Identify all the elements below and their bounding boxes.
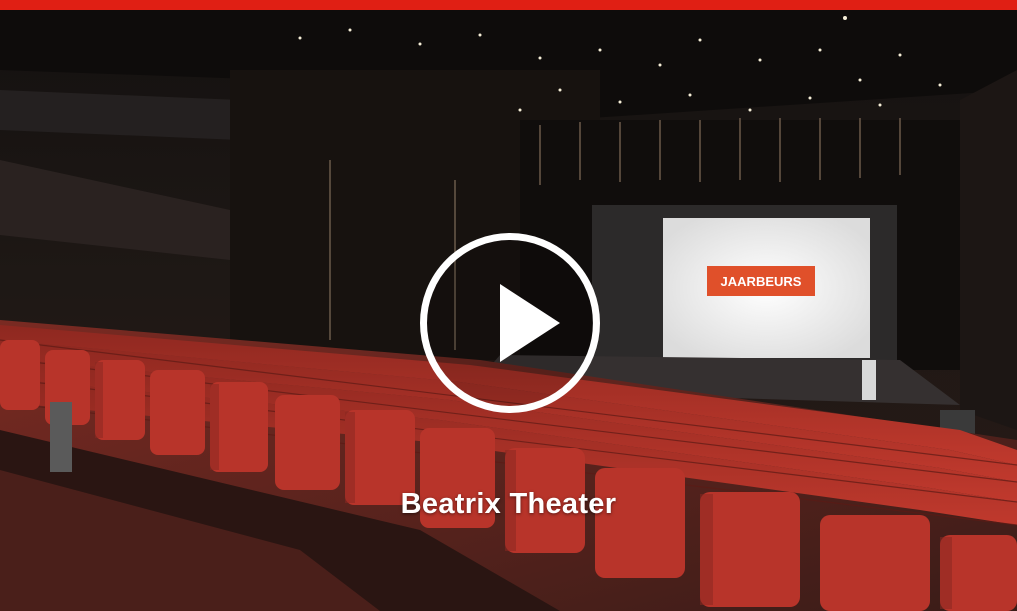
screen-logo-text: JAARBEURS [721, 274, 802, 289]
play-icon [500, 284, 560, 362]
video-title: Beatrix Theater [400, 488, 617, 520]
video-thumbnail[interactable]: JAARBEURS Beatrix Theater [0, 10, 1017, 611]
brand-accent-bar [0, 0, 1017, 10]
play-button[interactable] [420, 233, 600, 413]
